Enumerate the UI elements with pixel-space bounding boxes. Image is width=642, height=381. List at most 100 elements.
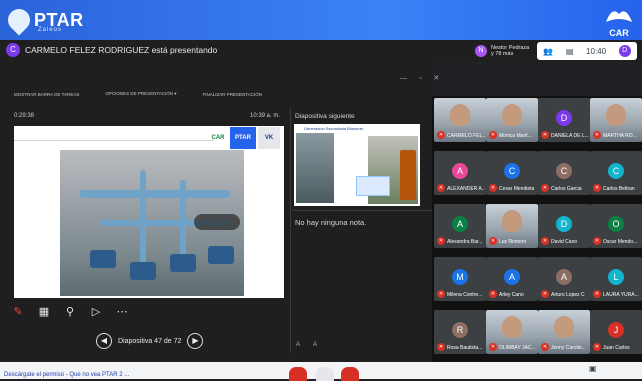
laser-icon[interactable]: ▷ — [90, 306, 102, 318]
participant-avatar: A — [504, 269, 520, 285]
meeting-time: 10:40 — [586, 46, 607, 56]
participant-avatar: C — [608, 163, 624, 179]
mic-muted-icon: ✕ — [489, 343, 497, 351]
participant-tile[interactable]: C ✕ Cesar Mendieta — [486, 151, 538, 195]
participant-name: Carlos Beltran — [603, 186, 635, 192]
participant-video — [502, 104, 522, 126]
participant-tile[interactable]: A ✕ Arley Cano — [486, 257, 538, 301]
leaf-icon — [606, 11, 632, 22]
participant-tile[interactable]: R ✕ Rosa Bautista... — [434, 310, 486, 354]
participant-name: Jenny Carolin... — [551, 345, 586, 351]
participant-tile[interactable]: A ✕ Arturo Lopez C — [538, 257, 590, 301]
participant-name: Juan Carlos — [603, 345, 630, 351]
participant-tile[interactable]: ✕ Monica Marit... — [486, 98, 538, 142]
mic-muted-icon: ✕ — [593, 343, 601, 351]
participant-name: LAURA YURA... — [603, 292, 639, 298]
participant-name: MARTHA RO... — [603, 133, 637, 139]
zoom-icon[interactable]: ⚲ — [64, 306, 76, 318]
participant-tile[interactable]: A ✕ ALEXANDER A... — [434, 151, 486, 195]
participant-avatar: D — [556, 216, 572, 232]
participant-tile[interactable]: J ✕ Juan Carlos — [590, 310, 642, 354]
next-slide-button[interactable]: ▶ — [187, 333, 204, 349]
viewer-text: Nestor Pedraza y 78 más — [491, 45, 530, 57]
participant-tile[interactable]: ✕ Luz Romero — [486, 204, 538, 248]
participant-tile[interactable]: ✕ CARMELO FEL... — [434, 98, 486, 142]
participant-name: OLIMBAY JAC... — [499, 345, 536, 351]
participant-name: Rosa Bautista... — [447, 345, 483, 351]
participant-avatar: D — [556, 110, 572, 126]
participant-name: CARMELO FEL... — [447, 133, 485, 139]
mic-muted-icon: ✕ — [541, 290, 549, 298]
participant-avatar: O — [608, 216, 624, 232]
participant-video — [450, 104, 470, 126]
mic-muted-icon: ✕ — [437, 131, 445, 139]
presentation-clock: 10:39 a. m. — [250, 113, 281, 119]
participant-tile[interactable]: A ✕ Alexandra Bar... — [434, 204, 486, 248]
toolbar-end-presentation[interactable]: FINALIZAR PRESENTACIÓN — [203, 92, 262, 97]
mic-muted-icon: ✕ — [489, 184, 497, 192]
participant-avatar: J — [608, 322, 624, 338]
slide-photo-pumps — [60, 150, 244, 296]
participant-avatar: A — [452, 163, 468, 179]
bottom-status-text[interactable]: Descárgate el permiso - Que no vea PTAR … — [4, 372, 129, 378]
brand-sub: Zaleos — [38, 27, 63, 33]
mic-muted-icon: ✕ — [437, 184, 445, 192]
font-size-controls[interactable]: A A — [296, 342, 323, 348]
mic-muted-icon: ✕ — [541, 237, 549, 245]
present-icon[interactable]: ▣ — [589, 364, 597, 373]
top-banner — [0, 0, 642, 40]
participant-tile[interactable]: D ✕ David Cano — [538, 204, 590, 248]
next-slide-table — [356, 176, 390, 196]
participant-avatar: L — [608, 269, 624, 285]
chat-icon[interactable]: ▤ — [566, 47, 574, 56]
next-slide-label: Diapositiva siguiente — [295, 113, 355, 120]
slide-tools: ✎ ▦ ⚲ ▷ ⋯ — [12, 304, 132, 320]
viewer-pill[interactable]: N Nestor Pedraza y 78 más — [475, 43, 531, 59]
participant-name: Cesar Mendieta — [499, 186, 535, 192]
mic-muted-icon: ✕ — [541, 343, 549, 351]
pane-divider[interactable] — [290, 108, 291, 353]
mic-muted-icon: ✕ — [541, 131, 549, 139]
toolbar-presentation-options[interactable]: OPCIONES DE PRESENTACIÓN ▾ — [105, 91, 176, 97]
car-logo: CAR — [602, 4, 636, 38]
window-controls[interactable]: — ▫ ✕ — [400, 74, 444, 82]
participant-tile[interactable]: C ✕ Carlos Garcia — [538, 151, 590, 195]
mic-muted-icon: ✕ — [437, 237, 445, 245]
speaker-notes: No hay ninguna nota. — [295, 218, 367, 227]
participant-tile[interactable]: M ✕ Milena Contre... — [434, 257, 486, 301]
presentation-timer: 0:29:38 — [14, 113, 35, 119]
people-icon[interactable]: 👥 — [543, 47, 553, 56]
participant-tile[interactable]: L ✕ LAURA YURA... — [590, 257, 642, 301]
participant-tile[interactable]: ✕ MARTHA RO... — [590, 98, 642, 142]
participant-video — [502, 316, 522, 338]
participant-tile[interactable]: O ✕ Oscar Mendo... — [590, 204, 642, 248]
pen-icon[interactable]: ✎ — [12, 306, 24, 318]
mic-muted-icon: ✕ — [593, 184, 601, 192]
slide-logo-ptar: PTAR — [230, 127, 256, 149]
participant-avatar: C — [556, 163, 572, 179]
participant-tile[interactable]: ✕ Jenny Carolin... — [538, 310, 590, 354]
participant-avatar: R — [452, 322, 468, 338]
participant-video — [554, 316, 574, 338]
prev-slide-button[interactable]: ◀ — [96, 333, 112, 349]
toolbar-show-taskbar[interactable]: MOSTRAR BARRA DE TAREAS — [14, 92, 79, 97]
participant-name: Monica Marit... — [499, 133, 532, 139]
mic-muted-icon: ✕ — [593, 131, 601, 139]
participant-video — [502, 210, 522, 232]
car-logo-text: CAR — [609, 28, 629, 38]
grid-view-icon[interactable]: ▦ — [38, 306, 50, 318]
account-avatar[interactable]: D — [618, 45, 631, 57]
participant-name: Luz Romero — [499, 239, 527, 245]
participant-avatar: C — [504, 163, 520, 179]
participant-avatar: A — [556, 269, 572, 285]
participant-tile[interactable]: ✕ OLIMBAY JAC... — [486, 310, 538, 354]
next-slide-jar — [400, 150, 416, 200]
mic-muted-icon: ✕ — [593, 290, 601, 298]
participant-tile[interactable]: D ✕ DANIELA DE L... — [538, 98, 590, 142]
participant-name: Alexandra Bar... — [447, 239, 483, 245]
next-slide-photo-left — [296, 133, 334, 203]
mic-muted-icon: ✕ — [489, 237, 497, 245]
participant-avatar: M — [452, 269, 468, 285]
more-icon[interactable]: ⋯ — [116, 306, 128, 318]
participant-tile[interactable]: C ✕ Carlos Beltran — [590, 151, 642, 195]
